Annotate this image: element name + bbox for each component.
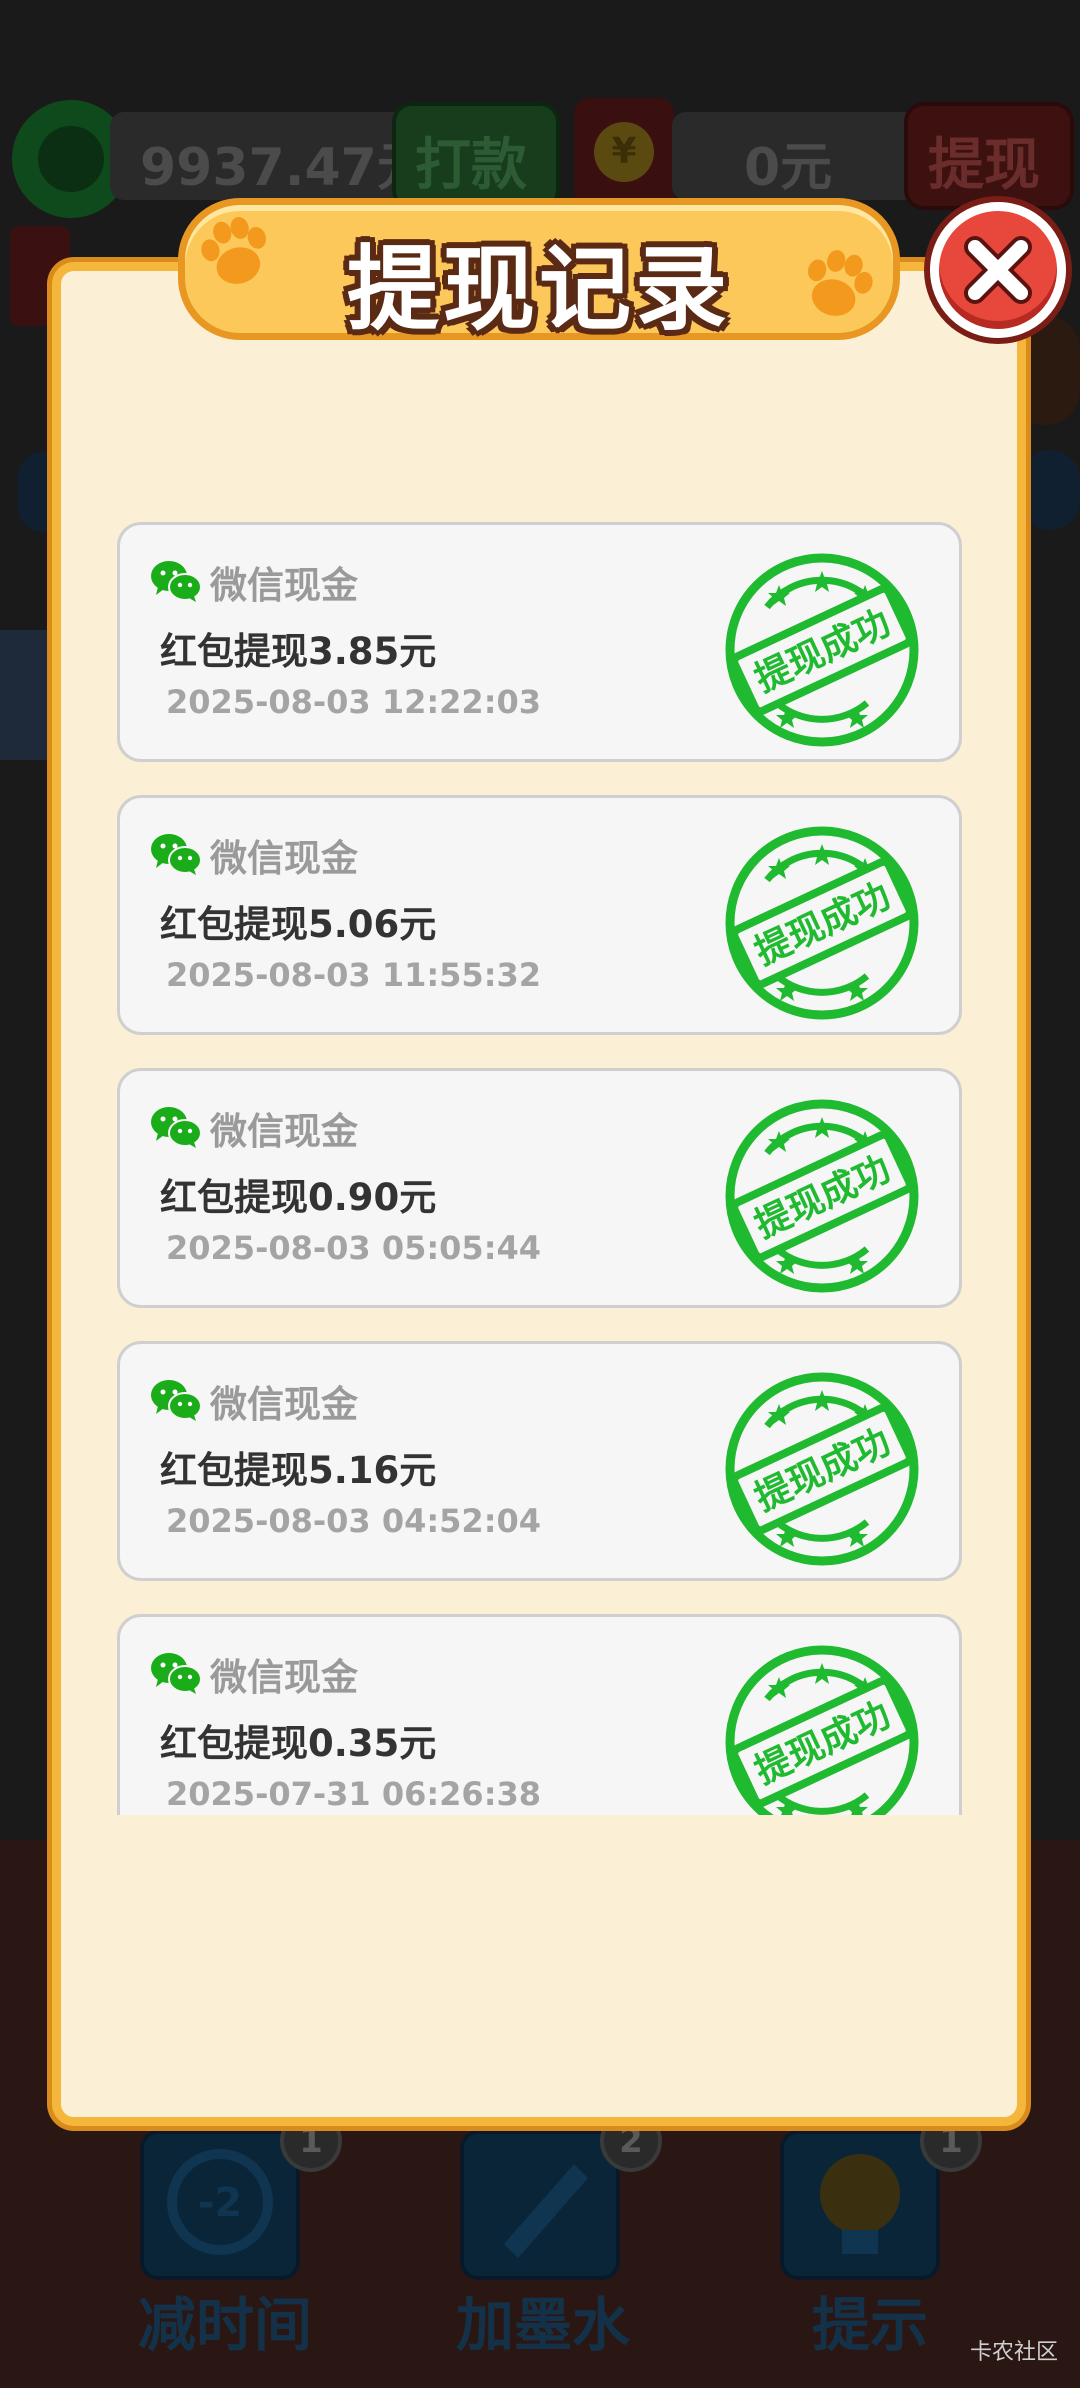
clock-icon: -2: [167, 2149, 273, 2255]
bg-left-tab: [0, 630, 50, 760]
record-source: 微信现金: [210, 1383, 358, 1426]
record-amount: 红包提现5.16元: [160, 1449, 437, 1492]
wechat-icon: [151, 1107, 202, 1148]
record-item: 微信现金 红包提现0.90元 2025-08-03 05:05:44 提现成功: [117, 1068, 962, 1308]
lightbulb-icon: [820, 2154, 900, 2254]
success-stamp: 提现成功: [725, 1645, 919, 1815]
record-source: 微信现金: [210, 837, 358, 880]
success-stamp: 提现成功: [725, 1372, 919, 1566]
records-list[interactable]: 微信现金 红包提现3.85元 2025-08-03 12:22:03 提现成功: [117, 522, 962, 1815]
record-time: 2025-08-03 04:52:04: [166, 1502, 542, 1540]
success-stamp: 提现成功: [725, 1099, 919, 1293]
record-item: 微信现金 红包提现5.16元 2025-08-03 04:52:04 提现成功: [117, 1341, 962, 1581]
dialog-title: 提现记录: [346, 236, 731, 343]
record-item: 微信现金 红包提现3.85元 2025-08-03 12:22:03 提现成功: [117, 522, 962, 762]
success-stamp: 提现成功: [725, 826, 919, 1020]
add-ink-tool: [460, 2130, 620, 2280]
wechat-icon: [151, 561, 202, 602]
record-amount: 红包提现5.06元: [160, 903, 437, 946]
record-time: 2025-07-31 06:26:38: [166, 1775, 542, 1813]
reduce-time-tool: -2: [140, 2130, 300, 2280]
wechat-icon: [151, 834, 202, 875]
record-item: 微信现金 红包提现0.35元 2025-07-31 06:26:38 提现成功: [117, 1614, 962, 1815]
pay-button-label: 打款: [415, 133, 527, 198]
watermark: 卡农社区: [969, 2340, 1058, 2365]
record-amount: 红包提现0.90元: [160, 1176, 437, 1219]
record-time: 2025-08-03 05:05:44: [166, 1229, 542, 1267]
record-amount: 红包提现3.85元: [160, 630, 437, 673]
success-stamp: 提现成功: [725, 553, 919, 747]
wechat-icon: [151, 1653, 202, 1694]
record-time: 2025-08-03 11:55:32: [166, 956, 542, 994]
tool-label-hint: 提示: [812, 2291, 929, 2359]
close-button[interactable]: [930, 202, 1066, 338]
tool-label-reduce-time: 减时间: [138, 2291, 313, 2359]
record-amount: 红包提现0.35元: [160, 1722, 437, 1765]
pencil-icon: [504, 2164, 588, 2258]
record-source: 微信现金: [210, 1110, 358, 1153]
hint-tool: [780, 2130, 940, 2280]
record-item: 微信现金 红包提现5.06元 2025-08-03 11:55:32 提现成功: [117, 795, 962, 1035]
close-icon: [964, 236, 1032, 304]
record-time: 2025-08-03 12:22:03: [166, 683, 542, 721]
clock-icon-text: -2: [198, 2180, 242, 2226]
record-source: 微信现金: [210, 1656, 358, 1699]
balance-value: 9937.47元: [140, 138, 429, 198]
cash-value: 0元: [744, 138, 833, 198]
record-source: 微信现金: [210, 564, 358, 607]
bg-right-icon: [1020, 450, 1080, 530]
tool-label-add-ink: 加墨水: [456, 2291, 631, 2359]
withdraw-button-label: 提现: [928, 133, 1040, 198]
yuan-coin-icon: ¥: [594, 122, 654, 182]
wechat-icon: [151, 1380, 202, 1421]
